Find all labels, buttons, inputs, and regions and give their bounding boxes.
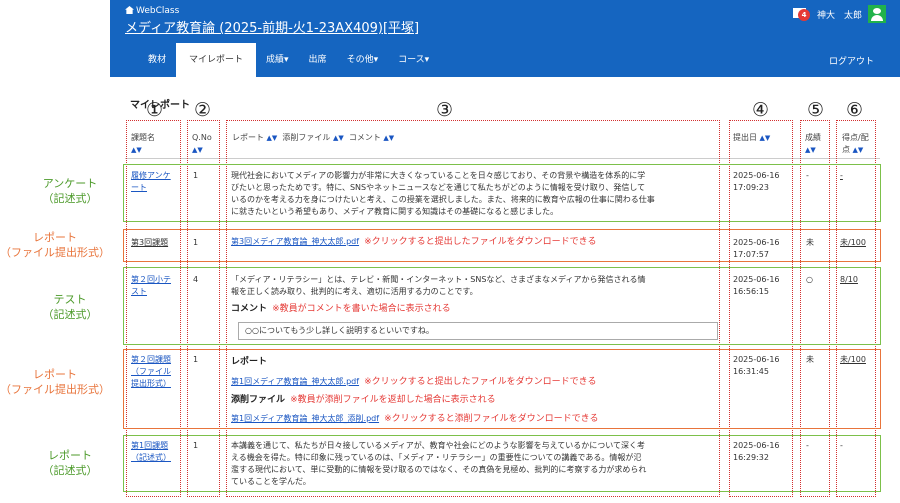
assignment-link[interactable]: 第２回小テ スト bbox=[131, 275, 171, 296]
side-label-2: レポート （ファイル提出形式） bbox=[0, 231, 110, 259]
table-row: 履修アンケ ート bbox=[131, 170, 171, 194]
score-cell: - bbox=[840, 441, 843, 450]
table-row: 第２回小テ スト bbox=[131, 274, 171, 298]
annot-num-6: ⑥ bbox=[846, 99, 864, 121]
score-link[interactable]: 未/100 bbox=[840, 354, 866, 366]
file-cell: 第3回メディア教育論_神大太郎.pdf ※クリックすると提出したファイルをダウン… bbox=[231, 236, 719, 248]
assignment-link[interactable]: 第２回課題 （ファイル 提出形式） bbox=[131, 355, 171, 388]
correction-heading: 添削ファイル ※教員が添削ファイルを返却した場合に表示される bbox=[231, 395, 496, 405]
home-icon bbox=[125, 6, 134, 14]
qno-cell: 1 bbox=[193, 355, 199, 364]
assignment-link[interactable]: 履修アンケ ート bbox=[131, 171, 171, 192]
logout-link[interactable]: ログアウト bbox=[829, 54, 874, 67]
grade-cell: 未 bbox=[806, 355, 814, 364]
annot-num-5: ⑤ bbox=[807, 99, 825, 121]
answer-text: 現代社会においてメディアの影響力が非常に大きくなっていることを日々感じており、そ… bbox=[231, 171, 655, 216]
comment-heading: コメント ※教員がコメントを書いた場合に表示される bbox=[231, 304, 451, 314]
grade-cell: - bbox=[806, 171, 809, 180]
score-link[interactable]: 8/10 bbox=[840, 274, 858, 286]
course-title[interactable]: メディア教育論 (2025-前期-火1-23AX409)[平塚] bbox=[125, 17, 419, 36]
date-cell: 2025-06-16 16:31:45 bbox=[733, 355, 780, 376]
assignment-link[interactable]: 第1回課題 （記述式） bbox=[131, 441, 171, 462]
grade-cell: 未 bbox=[806, 238, 814, 247]
qno-cell: 1 bbox=[193, 238, 199, 247]
user-name[interactable]: 神大 太郎 bbox=[817, 8, 862, 21]
nav-grades[interactable]: 成績▾ bbox=[256, 43, 299, 77]
qno-cell: 4 bbox=[193, 275, 199, 284]
header-bar: WebClass メディア教育論 (2025-前期-火1-23AX409)[平塚… bbox=[110, 0, 900, 77]
nav-course[interactable]: コース▾ bbox=[388, 43, 439, 77]
nav-other[interactable]: その他▾ bbox=[337, 43, 389, 77]
annot-num-2: ② bbox=[194, 99, 212, 121]
score-link[interactable]: - bbox=[840, 170, 843, 182]
date-cell: 2025-06-16 16:29:32 bbox=[733, 441, 780, 462]
correction-file-link[interactable]: 第1回メディア教育論_神大太郎_添削.pdf bbox=[231, 414, 379, 423]
side-label-3: テスト （記述式） bbox=[42, 293, 98, 321]
nav-my-report[interactable]: マイレポート bbox=[176, 43, 257, 77]
date-cell: 2025-06-16 16:56:15 bbox=[733, 275, 780, 296]
side-label-4: レポート （ファイル提出形式） bbox=[0, 368, 110, 396]
table-row: 第２回課題 （ファイル 提出形式） bbox=[131, 354, 171, 390]
brand-label: WebClass bbox=[136, 6, 180, 16]
annot-num-1: ① bbox=[146, 99, 164, 121]
date-cell: 2025-06-16 17:09:23 bbox=[733, 171, 780, 192]
annot-note: ※クリックすると提出したファイルをダウンロードできる bbox=[364, 237, 597, 247]
side-label-1: アンケート （記述式） bbox=[42, 177, 98, 205]
assignment-link[interactable]: 第3回課題 bbox=[131, 237, 168, 249]
score-link[interactable]: 未/100 bbox=[840, 237, 866, 249]
avatar[interactable] bbox=[868, 5, 886, 23]
answer-text: 「メディア・リテラシー」とは、テレビ・新聞・インターネット・SNSなど、さまざま… bbox=[231, 275, 646, 296]
annot-num-3: ③ bbox=[436, 99, 454, 121]
grade-cell: ○ bbox=[806, 275, 813, 284]
report-file-link[interactable]: 第3回メディア教育論_神大太郎.pdf bbox=[231, 237, 359, 246]
side-label-5: レポート （記述式） bbox=[42, 449, 98, 477]
grade-cell: - bbox=[806, 441, 809, 450]
table-row: 第1回課題 （記述式） bbox=[131, 440, 171, 464]
qno-cell: 1 bbox=[193, 441, 199, 450]
nav-attendance[interactable]: 出席 bbox=[299, 43, 337, 77]
report-heading: レポート bbox=[231, 357, 268, 367]
nav-materials[interactable]: 教材 bbox=[130, 43, 176, 77]
mail-badge: 4 bbox=[798, 9, 810, 21]
report-file-link[interactable]: 第1回メディア教育論_神大太郎.pdf bbox=[231, 377, 359, 386]
date-cell: 2025-06-16 17:07:57 bbox=[733, 238, 780, 259]
correction-file-cell: 第1回メディア教育論_神大太郎_添削.pdf ※クリックすると添削ファイルをダウ… bbox=[231, 414, 599, 424]
file-cell: 第1回メディア教育論_神大太郎.pdf ※クリックすると提出したファイルをダウン… bbox=[231, 377, 597, 387]
answer-text: 本講義を通じて、私たちが日々接しているメディアが、教育や社会にどのような影響を与… bbox=[231, 441, 647, 486]
main-nav: 教材 マイレポート 成績▾ 出席 その他▾ コース▾ bbox=[130, 43, 439, 77]
brand-link[interactable]: WebClass bbox=[125, 6, 179, 16]
comment-box: ○○についてもう少し詳しく説明するといいですね。 bbox=[238, 322, 718, 340]
annot-num-4: ④ bbox=[752, 99, 770, 121]
qno-cell: 1 bbox=[193, 171, 199, 180]
